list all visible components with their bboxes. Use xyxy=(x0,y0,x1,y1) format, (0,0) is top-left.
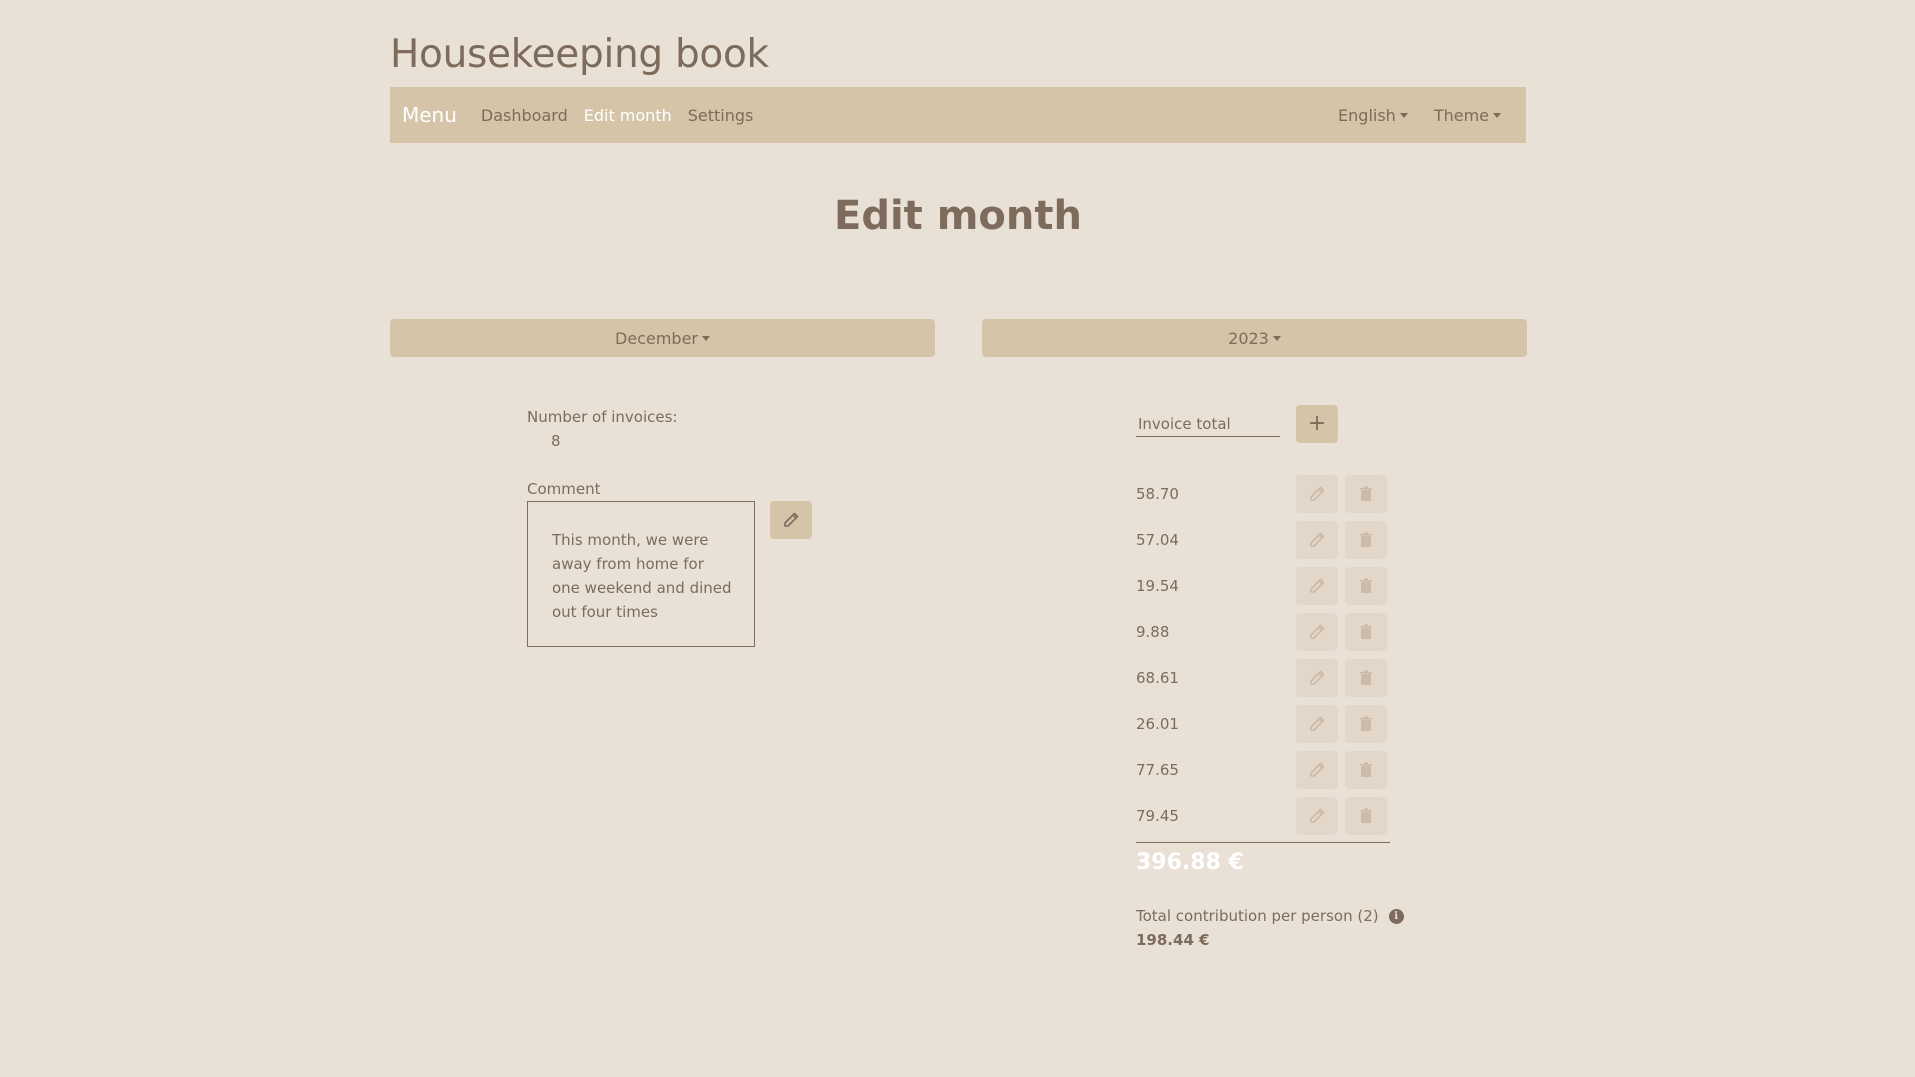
invoices-count-label: Number of invoices: xyxy=(527,408,678,426)
nav-link-settings[interactable]: Settings xyxy=(688,106,754,125)
invoice-value: 19.54 xyxy=(1136,577,1179,595)
add-invoice-button[interactable]: + xyxy=(1296,405,1338,443)
trash-icon xyxy=(1358,762,1374,778)
comment-text: This month, we were away from home for o… xyxy=(527,501,755,647)
total-divider xyxy=(1136,842,1390,843)
comment-label: Comment xyxy=(527,480,601,498)
pencil-icon xyxy=(1309,808,1325,824)
pencil-icon xyxy=(1309,762,1325,778)
year-select[interactable]: 2023 xyxy=(982,319,1527,357)
caret-down-icon xyxy=(1272,335,1281,341)
nav-brand[interactable]: Menu xyxy=(402,103,457,127)
navbar: Menu Dashboard Edit month Settings Engli… xyxy=(390,87,1526,143)
pencil-icon xyxy=(1309,578,1325,594)
info-icon[interactable]: i xyxy=(1388,908,1404,924)
invoice-value: 58.70 xyxy=(1136,485,1179,503)
delete-invoice-button[interactable] xyxy=(1345,567,1387,605)
plus-icon: + xyxy=(1307,411,1327,436)
edit-invoice-button[interactable] xyxy=(1296,659,1338,697)
invoice-row: 57.04 xyxy=(1136,521,1396,561)
delete-invoice-button[interactable] xyxy=(1345,705,1387,743)
trash-icon xyxy=(1358,670,1374,686)
pencil-icon xyxy=(1309,670,1325,686)
delete-invoice-button[interactable] xyxy=(1345,521,1387,559)
trash-icon xyxy=(1358,578,1374,594)
edit-invoice-button[interactable] xyxy=(1296,751,1338,789)
language-label: English xyxy=(1338,105,1396,125)
contribution-label-text: Total contribution per person (2) xyxy=(1136,907,1379,925)
contribution-label: Total contribution per person (2) i xyxy=(1136,907,1404,925)
caret-down-icon xyxy=(1493,112,1501,118)
trash-icon xyxy=(1358,486,1374,502)
invoice-row: 79.45 xyxy=(1136,797,1396,837)
invoice-row: 26.01 xyxy=(1136,705,1396,745)
edit-invoice-button[interactable] xyxy=(1296,521,1338,559)
year-select-label: 2023 xyxy=(1228,328,1269,348)
delete-invoice-button[interactable] xyxy=(1345,659,1387,697)
invoice-value: 57.04 xyxy=(1136,531,1179,549)
edit-invoice-button[interactable] xyxy=(1296,613,1338,651)
invoice-value: 9.88 xyxy=(1136,623,1170,641)
invoice-value: 79.45 xyxy=(1136,807,1179,825)
pencil-icon xyxy=(784,512,799,527)
month-select-label: December xyxy=(615,328,698,348)
nav-link-dashboard[interactable]: Dashboard xyxy=(481,106,568,125)
delete-invoice-button[interactable] xyxy=(1345,613,1387,651)
trash-icon xyxy=(1358,808,1374,824)
invoice-row: 58.70 xyxy=(1136,475,1396,515)
trash-icon xyxy=(1358,716,1374,732)
invoice-value: 26.01 xyxy=(1136,715,1179,733)
pencil-icon xyxy=(1309,532,1325,548)
edit-invoice-button[interactable] xyxy=(1296,705,1338,743)
edit-comment-button[interactable] xyxy=(770,501,812,539)
invoice-value: 68.61 xyxy=(1136,669,1179,687)
page-heading: Edit month xyxy=(834,193,1082,239)
invoice-row: 68.61 xyxy=(1136,659,1396,699)
nav-right: English Theme xyxy=(1312,106,1501,125)
month-select[interactable]: December xyxy=(390,319,935,357)
app-title: Housekeeping book xyxy=(390,32,769,77)
pencil-icon xyxy=(1309,486,1325,502)
caret-down-icon xyxy=(1399,112,1408,118)
invoices-count-value: 8 xyxy=(551,432,561,450)
pencil-icon xyxy=(1309,624,1325,640)
invoice-value: 77.65 xyxy=(1136,761,1179,779)
delete-invoice-button[interactable] xyxy=(1345,475,1387,513)
trash-icon xyxy=(1358,624,1374,640)
invoice-row: 9.88 xyxy=(1136,613,1396,653)
delete-invoice-button[interactable] xyxy=(1345,751,1387,789)
delete-invoice-button[interactable] xyxy=(1345,797,1387,835)
contribution-value: 198.44 € xyxy=(1136,931,1210,949)
theme-dropdown[interactable]: Theme xyxy=(1434,106,1501,125)
invoice-row: 77.65 xyxy=(1136,751,1396,791)
trash-icon xyxy=(1358,532,1374,548)
invoice-row: 19.54 xyxy=(1136,567,1396,607)
nav-link-edit-month[interactable]: Edit month xyxy=(584,106,672,125)
invoice-total-sum: 396.88 € xyxy=(1136,850,1244,875)
theme-label: Theme xyxy=(1433,105,1489,125)
edit-invoice-button[interactable] xyxy=(1296,797,1338,835)
pencil-icon xyxy=(1309,716,1325,732)
caret-down-icon xyxy=(701,335,710,341)
invoice-total-input[interactable] xyxy=(1136,411,1280,437)
language-dropdown[interactable]: English xyxy=(1338,106,1408,125)
edit-invoice-button[interactable] xyxy=(1296,567,1338,605)
edit-invoice-button[interactable] xyxy=(1296,475,1338,513)
